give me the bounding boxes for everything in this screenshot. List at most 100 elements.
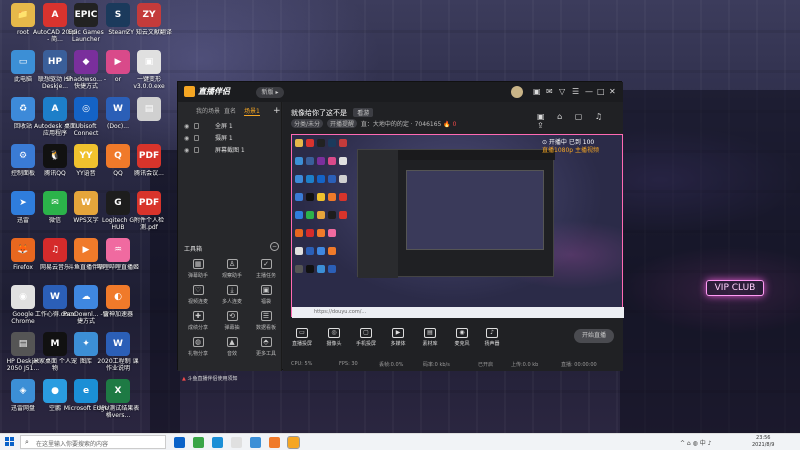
desktop-icon[interactable]: ▣ 一键变形 v3.0.0.exe [126,50,172,98]
toolbox-item[interactable]: ♡ 视频连麦 [182,285,214,313]
tab-my-scenes[interactable]: 我的场景 [196,106,220,115]
message-icon[interactable]: ✉ [546,87,553,97]
control-label: 摄像头 [326,341,342,347]
eye-icon[interactable]: ◉ [184,121,189,132]
notify-tag[interactable]: 开播提醒 [326,119,357,128]
preview-app-icon [339,211,347,219]
tool-label: 数据看板 [255,325,276,331]
toolbox-item[interactable]: ♙ 观察助手 [216,259,248,287]
system-tray[interactable]: ^ ⌂ ◍ 中 ♪ [680,438,712,447]
menu-icon[interactable]: ☰ [572,87,579,97]
desktop-icon-label: 哔哩哔哩直播姬 [96,264,139,271]
toolbox-item[interactable]: ◍ 礼物分享 [182,337,214,365]
toolbox-item[interactable]: ✓ 主播任务 [250,259,282,287]
preview-app-icon [306,193,314,201]
category-tag[interactable]: 分类/未分 [291,119,324,128]
source-control-button[interactable]: ◉ 麦克风 [449,328,475,347]
tool-icon: ▦ [192,259,204,269]
desktop-icon[interactable]: ♒ 哔哩哔哩直播姬 [95,238,141,286]
version-pill[interactable]: 新版 ▸ [256,87,284,98]
source-name: 摄屏 1 [215,135,233,142]
add-scene-button[interactable]: + [273,107,281,116]
desktop-icon[interactable]: W 2020工程制 课作业说明 [95,332,141,380]
preview-app-icon [339,247,347,255]
source-control-button[interactable]: ▢ 手机投屏 [353,328,379,347]
preview-stage[interactable]: ⊙ 开播中 已到 100 直播1080p 主播视频 https://douyu.… [291,134,624,318]
minimize-button[interactable]: — [585,87,593,97]
stream-title[interactable]: 就像给你了这不是 [291,109,347,117]
maximize-button[interactable]: □ [597,87,605,97]
taskbar-search-box[interactable]: ⌕ 在这里输入你要搜索的内容 [20,435,166,449]
avatar[interactable] [511,86,523,98]
taskbar-app-icon[interactable] [287,436,300,449]
taskbar-app-icon[interactable] [174,437,185,448]
control-icon: ▤ [424,328,436,338]
lock-icon[interactable] [194,135,199,141]
usage-notice[interactable]: ▲ 斗鱼直播伴侣使用须知 [182,375,237,382]
toolbox-item[interactable]: ▲ 音效 [216,337,248,365]
eye-icon[interactable]: ◉ [184,145,189,156]
desktop-icon[interactable]: X UPU测试结果表格vers... [95,379,141,427]
toolbox-item[interactable]: ⟲ 弹幕抽 [216,311,248,339]
toolbox-item[interactable]: ✚ 成绩分享 [182,311,214,339]
source-control-button[interactable]: ▶ 多媒体 [385,328,411,347]
preview-app-icon [339,229,347,237]
filter-icon[interactable]: ▽ [559,87,565,97]
title-bar[interactable]: 直播伴侣 新版 ▸ ▣ ✉ ▽ ☰ — □ ✕ [178,82,623,102]
screen-icon[interactable]: ▣ [533,87,541,97]
toolbox-item[interactable]: ⤓ 多人连麦 [216,285,248,313]
tab-live[interactable]: 直名 [224,106,236,115]
source-control-button[interactable]: ▤ 素材库 [417,328,443,347]
toolbox-item[interactable]: ⬘ 更多工具 [250,337,282,365]
close-button[interactable]: ✕ [609,87,616,97]
desktop-icon[interactable]: PDF 附件个人检测.pdf [126,191,172,239]
desktop-app-icon: X [106,379,130,403]
control-label: 直播投屏 [291,341,312,347]
preview-app-icon [295,139,303,147]
start-live-button[interactable]: 开始直播 [574,329,614,343]
source-item[interactable]: ◉ 屏幕截图 1 [184,145,276,156]
scene-tabs: 我的场景 直名 场景1 + [178,106,282,118]
taskbar-clock[interactable]: 23:56 2021/8/9 [752,435,774,449]
toolbox-item[interactable]: ☰ 数据看板 [250,311,282,339]
collapse-toolbox-icon[interactable]: − [270,242,279,251]
tool-label: 音效 [226,351,237,357]
source-item[interactable]: ◉ 全屏 1 [184,121,276,132]
tab-scene-1[interactable]: 场景1 [244,106,260,116]
source-item[interactable]: ◉ 摄屏 1 [184,133,276,144]
toolbox-item[interactable]: ▦ 弹幕助手 [182,259,214,287]
preview-app-icon [306,175,314,183]
desktop-icon[interactable]: ZY ZY 知云文献翻译 [126,3,172,51]
source-control-button[interactable]: ♪ 扬声器 [479,328,505,347]
desktop-icon[interactable]: PDF 腾讯会议... [126,144,172,192]
desktop-icon[interactable]: ▤ [126,97,172,145]
toolbox-item[interactable]: ▣ 福袋 [250,285,282,313]
lock-icon[interactable] [194,147,199,153]
control-label: 手机投屏 [355,341,376,347]
desktop-app-icon: ▤ [137,97,161,121]
desktop-icon[interactable]: ◐ 雷神加速器 [95,285,141,333]
tool-icon: ▣ [260,285,272,295]
eye-icon[interactable]: ◉ [184,133,189,144]
app-logo-icon [184,86,195,97]
taskbar-app-icon[interactable] [193,437,204,448]
control-icon: ▢ [360,328,372,338]
header-tool-icons[interactable]: ▣ ⌂ ▢ ♫ ⇪ [537,112,623,130]
upload-status: 上传:0.0 kb [511,362,539,368]
taskbar-app-icon[interactable] [231,437,242,448]
desktop-app-icon: ZY [137,3,161,27]
preview-app-icon [317,265,325,273]
taskbar-app-icon[interactable] [212,437,223,448]
lock-icon[interactable] [194,123,199,129]
source-control-button[interactable]: ▭ 直播投屏 [289,328,315,347]
source-control-button[interactable]: ◎ 摄像头 [321,328,347,347]
preview-app-icon [295,247,303,255]
windows-start-button[interactable] [5,437,15,447]
preview-app-icon [317,193,325,201]
title-badge[interactable]: 看游 [353,108,374,117]
control-label: 素材库 [422,341,438,347]
taskbar-app-icon[interactable] [269,437,280,448]
tool-icon: ♡ [192,285,204,295]
tool-label: 福袋 [260,299,271,305]
taskbar-app-icon[interactable] [250,437,261,448]
